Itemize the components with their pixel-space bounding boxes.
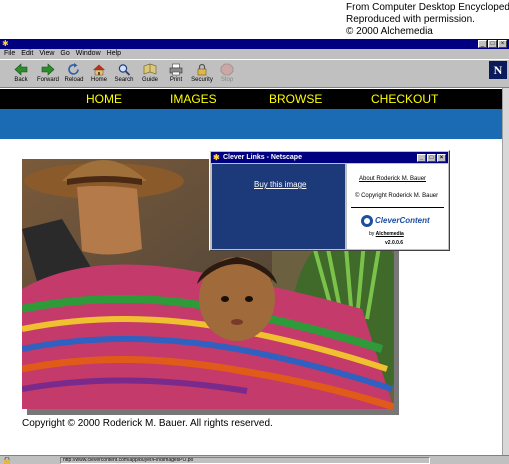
popup-copyright: © Copyright Roderick M. Bauer (355, 193, 439, 199)
home-button[interactable]: Home (86, 63, 112, 84)
netscape-popup-icon: ✱ (213, 153, 220, 162)
print-button[interactable]: Print (163, 63, 189, 84)
search-button[interactable]: Search (111, 63, 137, 84)
menu-bar: File Edit View Go Window Help (0, 49, 509, 59)
nav-images[interactable]: IMAGES (170, 92, 217, 106)
navigation-toolbar: Back Forward Reload Home Search Guide Pr… (0, 59, 509, 88)
security-icon (197, 63, 207, 76)
netscape-app-icon: ✱ (2, 39, 9, 48)
guide-label: Guide (141, 77, 158, 83)
site-nav-bar: HOME IMAGES BROWSE CHECKOUT (0, 89, 502, 109)
menu-edit[interactable]: Edit (21, 49, 33, 59)
popup-title-text: Clever Links - Netscape (223, 154, 302, 161)
menu-file[interactable]: File (4, 49, 15, 59)
popup-buy-panel: Buy this image (212, 164, 345, 249)
security-button[interactable]: Security (189, 63, 215, 84)
forward-button[interactable]: Forward (35, 63, 61, 84)
back-label: Back (14, 77, 28, 83)
print-icon (169, 63, 183, 76)
reload-label: Reload (64, 77, 84, 83)
status-bar: http://www.clevercontent.com/app/buyer/F… (0, 455, 509, 464)
nav-checkout[interactable]: CHECKOUT (371, 92, 438, 106)
back-arrow-icon (14, 63, 28, 76)
menu-view[interactable]: View (39, 49, 54, 59)
reload-button[interactable]: Reload (61, 63, 87, 84)
clevercontent-logo: CleverContent (361, 215, 441, 229)
home-label: Home (90, 77, 107, 83)
popup-close-button[interactable]: × (437, 154, 446, 162)
clever-links-popup: ✱ Clever Links - Netscape _ □ × Buy this… (209, 150, 450, 251)
version-label: v2.0.0.6 (385, 240, 404, 246)
popup-divider (351, 207, 444, 208)
browser-window: ✱ _ □ × File Edit View Go Window Help Ba… (0, 39, 509, 464)
site-copyright: Copyright © 2000 Roderick M. Bauer. All … (22, 418, 273, 429)
page-viewport: HOME IMAGES BROWSE CHECKOUT Copyright © … (0, 88, 502, 457)
forward-label: Forward (36, 77, 59, 83)
vendor-credit: by Alchemedia (369, 231, 404, 237)
minimize-button[interactable]: _ (478, 40, 487, 48)
credit-line-2: Reproduced with permission. (346, 14, 475, 25)
guide-button[interactable]: Guide (137, 63, 163, 84)
credit-line-3: © 2000 Alchemedia (346, 26, 433, 37)
stop-icon (220, 63, 234, 76)
by-prefix: by (369, 231, 375, 237)
popup-maximize-button[interactable]: □ (427, 154, 436, 162)
reload-icon (68, 63, 79, 75)
encyclopedia-credit: From Computer Desktop Encyclopedia Repro… (346, 2, 509, 38)
status-url: http://www.clevercontent.com/app/buyer/F… (60, 457, 430, 464)
menu-help[interactable]: Help (107, 49, 121, 59)
nav-home[interactable]: HOME (86, 92, 122, 106)
popup-info-panel: About Roderick M. Bauer © Copyright Rode… (347, 164, 448, 249)
security-label: Security (191, 77, 213, 83)
netscape-logo: N (489, 61, 507, 79)
buy-image-link[interactable]: Buy this image (254, 180, 306, 189)
alchemedia-link[interactable]: Alchemedia (376, 231, 404, 237)
search-label: Search (114, 77, 134, 83)
clevercontent-badge-icon (361, 215, 373, 227)
credit-line-1: From Computer Desktop Encyclopedia (346, 2, 509, 13)
about-author-link[interactable]: About Roderick M. Bauer (359, 176, 426, 182)
popup-titlebar: ✱ Clever Links - Netscape _ □ × (211, 152, 448, 163)
print-label: Print (169, 77, 183, 83)
menu-go[interactable]: Go (60, 49, 69, 59)
stop-button[interactable]: Stop (214, 63, 240, 84)
security-lock-icon (4, 457, 10, 464)
header-band (0, 109, 502, 139)
clevercontent-logo-text: CleverContent (375, 216, 430, 225)
search-icon (118, 64, 131, 76)
popup-minimize-button[interactable]: _ (417, 154, 426, 162)
vertical-scrollbar[interactable] (502, 88, 509, 457)
back-button[interactable]: Back (8, 63, 34, 84)
forward-arrow-icon (41, 63, 55, 76)
stop-label: Stop (220, 77, 234, 83)
browser-titlebar: ✱ _ □ × (0, 39, 509, 49)
close-button[interactable]: × (498, 40, 507, 48)
home-icon (93, 64, 105, 76)
nav-browse[interactable]: BROWSE (269, 92, 322, 106)
menu-window[interactable]: Window (76, 49, 101, 59)
guide-icon (143, 63, 157, 75)
maximize-button[interactable]: □ (488, 40, 497, 48)
